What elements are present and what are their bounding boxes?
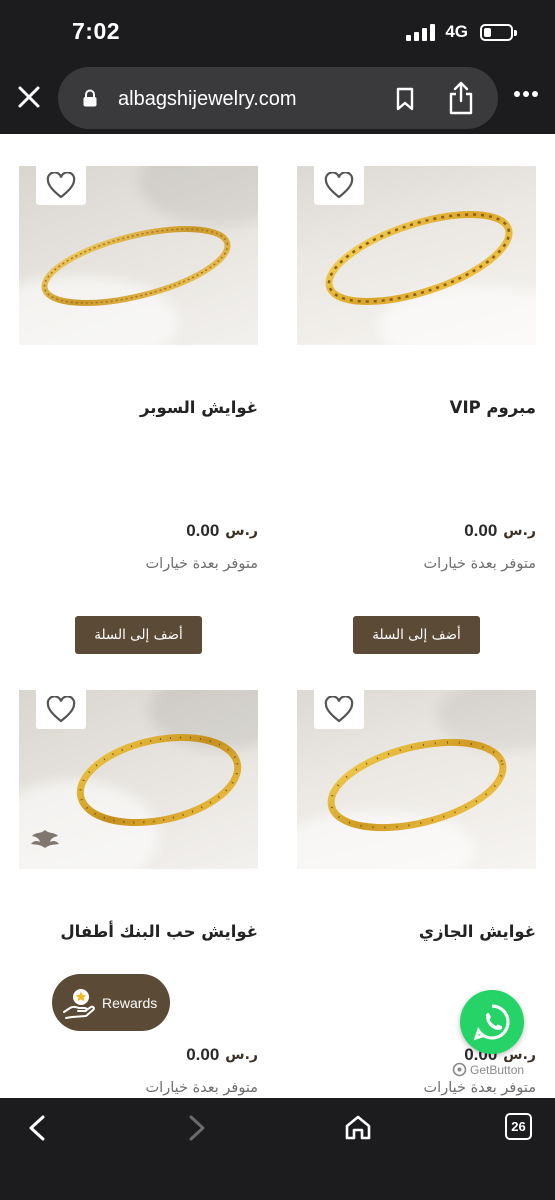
bookmark-icon[interactable]	[394, 87, 416, 111]
status-bar: 7:02 4G	[0, 0, 555, 62]
product-name[interactable]: مبروم VIP	[297, 398, 536, 417]
wishlist-button[interactable]	[36, 166, 86, 205]
heart-icon	[324, 696, 354, 723]
heart-icon	[46, 696, 76, 723]
getbutton-label: GetButton	[470, 1062, 525, 1077]
add-to-cart-button[interactable]: أضف إلى السلة	[75, 616, 202, 654]
rewards-label: Rewards	[102, 994, 158, 1011]
add-to-cart-button[interactable]: أضف إلى السلة	[353, 616, 480, 654]
product-image[interactable]	[297, 690, 536, 869]
browser-url-area: albagshijewelry.com	[0, 62, 555, 134]
forward-icon[interactable]	[186, 1114, 208, 1142]
network-type: 4G	[445, 22, 468, 41]
home-icon[interactable]	[344, 1114, 372, 1141]
heart-icon	[324, 172, 354, 199]
close-icon[interactable]	[14, 82, 44, 112]
url-text[interactable]: albagshijewelry.com	[118, 88, 297, 111]
availability-text: متوفر بعدة خيارات	[423, 556, 536, 572]
getbutton-link[interactable]: GetButton	[452, 1062, 525, 1077]
availability-text: متوفر بعدة خيارات	[145, 556, 258, 572]
status-indicators: 4G	[406, 22, 517, 42]
rewards-hand-star-icon	[63, 988, 95, 1019]
price-value: 0.00	[464, 521, 498, 540]
getbutton-icon	[452, 1062, 467, 1077]
rewards-button[interactable]: Rewards	[52, 974, 170, 1031]
tabs-button[interactable]: 26	[505, 1113, 532, 1140]
more-options-icon[interactable]	[513, 90, 539, 98]
product-name[interactable]: غوايش الجازي	[297, 922, 536, 941]
currency-symbol: ر.س	[225, 1047, 258, 1063]
product-image[interactable]	[297, 166, 536, 345]
product-name[interactable]: غوايش السوبر	[19, 398, 258, 417]
share-icon[interactable]	[448, 81, 474, 115]
back-icon[interactable]	[26, 1114, 48, 1142]
wishlist-button[interactable]	[36, 690, 86, 729]
wishlist-button[interactable]	[314, 690, 364, 729]
currency-symbol: ر.س	[503, 523, 536, 539]
battery-icon	[480, 23, 517, 41]
whatsapp-button[interactable]	[460, 990, 524, 1054]
browser-toolbar: 26	[0, 1098, 555, 1200]
url-bar[interactable]: albagshijewelry.com	[58, 67, 498, 129]
availability-text: متوفر بعدة خيارات	[145, 1080, 258, 1096]
product-price: 0.00 ر.س	[186, 521, 258, 541]
product-image[interactable]	[19, 166, 258, 345]
whatsapp-icon	[473, 1004, 510, 1041]
cellular-signal-icon	[406, 23, 436, 41]
heart-icon	[46, 172, 76, 199]
price-value: 0.00	[186, 1045, 220, 1064]
product-grid: غوايش السوبر 0.00 ر.س متوفر بعدة خيارات …	[0, 134, 555, 1098]
brand-logo	[31, 830, 59, 848]
currency-symbol: ر.س	[225, 523, 258, 539]
product-image[interactable]	[19, 690, 258, 869]
wishlist-button[interactable]	[314, 166, 364, 205]
status-time: 7:02	[72, 18, 121, 44]
product-price: 0.00 ر.س	[186, 1045, 258, 1065]
availability-text: متوفر بعدة خيارات	[423, 1080, 536, 1096]
product-name[interactable]: غوايش حب البنك أطفال	[19, 922, 258, 941]
product-price: 0.00 ر.س	[464, 521, 536, 541]
price-value: 0.00	[186, 521, 220, 540]
lock-icon	[83, 89, 97, 107]
